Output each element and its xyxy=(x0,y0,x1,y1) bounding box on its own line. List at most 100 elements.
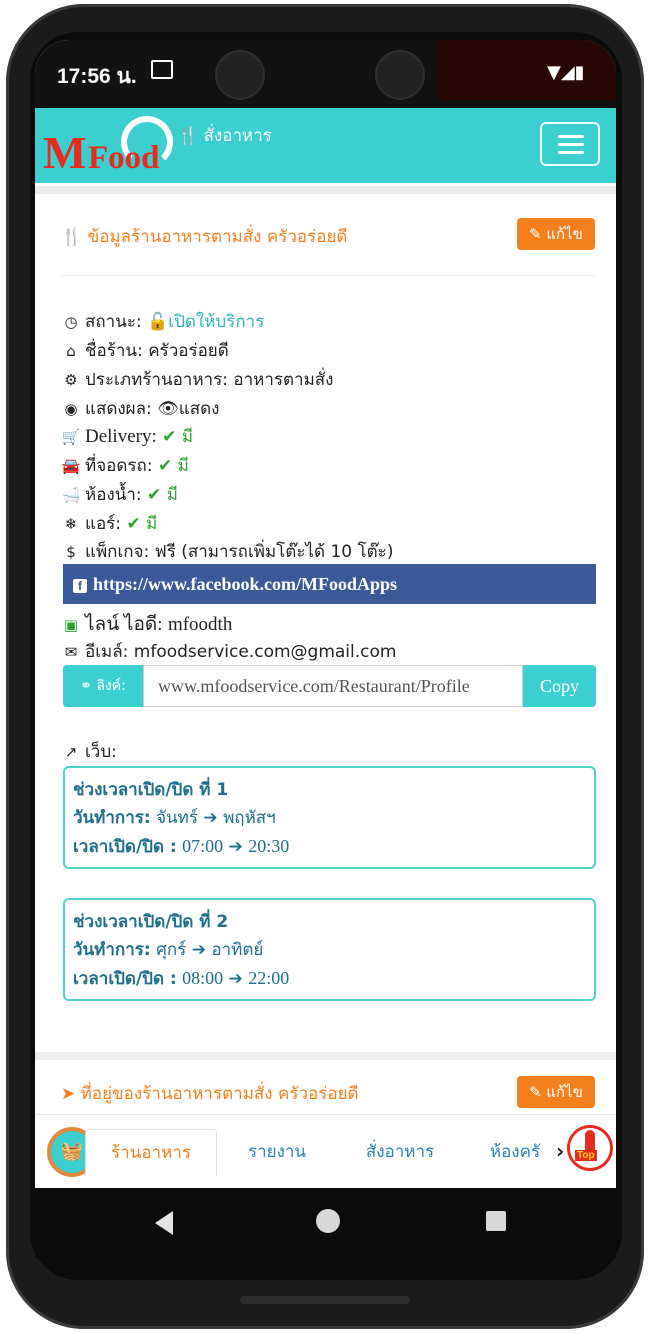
edit-label: แก้ไข xyxy=(546,225,583,243)
day-from: จันทร์ xyxy=(156,808,199,828)
dot-circle-icon: ◉ xyxy=(64,400,78,418)
parking-value: มี xyxy=(177,456,189,476)
status-label: สถานะ: xyxy=(85,312,142,332)
tab-order-food[interactable]: สั่งอาหาร xyxy=(345,1129,455,1175)
toilet-value: มี xyxy=(166,485,178,505)
package-label: แพ็กเกจ: xyxy=(85,542,150,562)
hours-title: ช่วงเวลาเปิด/ปิด ที่ 2 xyxy=(73,912,229,932)
snowflake-icon: ❄ xyxy=(64,515,78,533)
display-label: แสดงผล: xyxy=(85,399,152,419)
time-label: เวลาเปิด/ปิด : xyxy=(73,837,177,857)
tab-restaurant[interactable]: ร้านอาหาร xyxy=(85,1129,217,1176)
external-link-icon: ↗ xyxy=(64,743,78,761)
copy-button[interactable]: Copy xyxy=(523,665,596,707)
hamburger-icon xyxy=(558,143,584,146)
check-icon: ✔ xyxy=(162,427,177,447)
facebook-link[interactable]: f https://www.facebook.com/MFoodApps xyxy=(63,564,596,604)
parking-row: 🚘 ที่จอดรถ: ✔ มี xyxy=(61,452,189,479)
menu-toggle-button[interactable] xyxy=(540,122,600,166)
basket-icon: 🧺 xyxy=(60,1141,84,1162)
top-navbar: M Food 🍴 สั่งอาหาร xyxy=(35,108,616,183)
profile-link-group: ⚭ ลิงค์: www.mfoodservice.com/Restaurant… xyxy=(63,665,596,707)
arrow-right-icon: ➔ xyxy=(228,837,243,857)
back-to-top-button[interactable]: Top xyxy=(567,1125,613,1171)
bath-icon: 🛁 xyxy=(61,486,81,504)
logo-food: Food xyxy=(88,140,160,176)
logo-m: M xyxy=(43,127,86,178)
link-addon: ⚭ ลิงค์: xyxy=(63,665,143,707)
package-row: $ แพ็กเกจ: ฟรี (สามารถเพิ่มโต๊ะได้ 10 โต๊… xyxy=(61,538,393,565)
hours-box-1: ช่วงเวลาเปิด/ปิด ที่ 1 วันทำการ: จันทร์ … xyxy=(63,766,596,869)
email-row: ✉ อีเมล์: mfoodservice.com@gmail.com xyxy=(61,638,397,665)
back-icon[interactable] xyxy=(155,1211,173,1235)
tab-report[interactable]: รายงาน xyxy=(227,1129,327,1175)
gears-icon: ⚙ xyxy=(64,371,78,389)
time-label: เวลาเปิด/ปิด : xyxy=(73,969,177,989)
home-circle-icon[interactable] xyxy=(316,1209,340,1233)
speaker-grille xyxy=(240,1296,410,1304)
restaurant-info-title-text: ข้อมูลร้านอาหารตามสั่ง ครัวอร่อยดี xyxy=(87,227,348,247)
car-icon: 🚘 xyxy=(61,457,81,475)
tab-kitchen[interactable]: ห้องครั xyxy=(475,1129,555,1175)
status-value: เปิดให้บริการ xyxy=(168,312,265,332)
package-value: ฟรี (สามารถเพิ่มโต๊ะได้ 10 โต๊ะ) xyxy=(154,542,394,562)
section-divider xyxy=(35,186,616,194)
cart-icon: 🛒 xyxy=(61,428,81,446)
home-icon: ⌂ xyxy=(66,342,76,360)
screen: 17:56 น. ▼◢▮ M Food 🍴 สั่งอาหาร 🍴 ข้อมูล… xyxy=(35,40,616,1188)
delivery-label: Delivery: xyxy=(85,426,157,447)
pencil-icon: ✎ xyxy=(529,225,542,243)
profile-link-input[interactable]: www.mfoodservice.com/Restaurant/Profile xyxy=(143,665,523,707)
day-from: ศุกร์ xyxy=(156,940,187,960)
signal-battery-icon: ▼◢▮ xyxy=(547,62,585,83)
system-nav-bar xyxy=(35,1188,616,1258)
order-food-link[interactable]: 🍴 สั่งอาหาร xyxy=(177,122,272,149)
display-value: แสดง xyxy=(178,399,220,419)
name-row: ⌂ ชื่อร้าน: ครัวอร่อยดี xyxy=(61,337,229,364)
name-label: ชื่อร้าน: xyxy=(85,341,143,361)
envelope-icon: ✉ xyxy=(64,643,78,661)
status-overlay xyxy=(439,40,616,100)
arrow-right-icon: ➔ xyxy=(228,969,243,989)
line-label: ไลน์ ไอดี: xyxy=(85,614,163,635)
location-arrow-icon: ➤ xyxy=(61,1084,76,1104)
toilet-row: 🛁 ห้องน้ำ: ✔ มี xyxy=(61,481,178,508)
day-to: อาทิตย์ xyxy=(211,940,264,960)
hamburger-icon xyxy=(558,135,584,138)
email-label: อีเมล์: xyxy=(85,642,129,662)
name-value: ครัวอร่อยดี xyxy=(148,341,229,361)
link-icon: ⚭ xyxy=(80,678,92,694)
line-icon: ▣ xyxy=(63,616,79,634)
top-label: Top xyxy=(575,1150,597,1161)
status-bar: 17:56 น. ▼◢▮ xyxy=(35,40,616,108)
edit-restaurant-button[interactable]: ✎ แก้ไข xyxy=(517,218,595,250)
recent-apps-icon[interactable] xyxy=(486,1211,506,1231)
line-row: ▣ ไลน์ ไอดี: mfoodth xyxy=(61,609,232,639)
clock-icon: ◷ xyxy=(64,313,78,331)
status-time: 17:56 น. xyxy=(57,65,137,88)
type-value: อาหารตามสั่ง xyxy=(233,370,334,390)
type-label: ประเภทร้านอาหาร: xyxy=(85,370,228,390)
arrow-right-icon: ➔ xyxy=(191,940,206,960)
check-icon: ✔ xyxy=(147,485,162,505)
chevron-right-icon[interactable]: › xyxy=(556,1139,564,1163)
facebook-url: https://www.facebook.com/MFoodApps xyxy=(93,574,398,594)
aircon-row: ❄ แอร์: ✔ มี xyxy=(61,510,158,537)
hours-box-2: ช่วงเวลาเปิด/ปิด ที่ 2 วันทำการ: ศุกร์ ➔… xyxy=(63,898,596,1001)
days-label: วันทำการ: xyxy=(73,808,151,828)
time-from: 07:00 xyxy=(182,836,224,856)
days-label: วันทำการ: xyxy=(73,940,151,960)
edit-address-button[interactable]: ✎ แก้ไข xyxy=(517,1076,595,1108)
utensils-icon: 🍴 xyxy=(177,126,199,146)
time-to: 22:00 xyxy=(248,968,290,988)
toilet-label: ห้องน้ำ: xyxy=(85,485,142,505)
link-label: ลิงค์: xyxy=(96,678,126,694)
facebook-icon: f xyxy=(73,578,87,593)
email-value: mfoodservice.com@gmail.com xyxy=(133,642,397,662)
web-label: เว็บ: xyxy=(85,742,117,762)
hours-title: ช่วงเวลาเปิด/ปิด ที่ 1 xyxy=(73,780,229,800)
hamburger-icon xyxy=(558,151,584,154)
utensils-icon: 🍴 xyxy=(61,227,83,247)
address-title-text: ที่อยู่ของร้านอาหารตามสั่ง ครัวอร่อยดี xyxy=(80,1084,359,1104)
arrow-right-icon: ➔ xyxy=(203,808,218,828)
